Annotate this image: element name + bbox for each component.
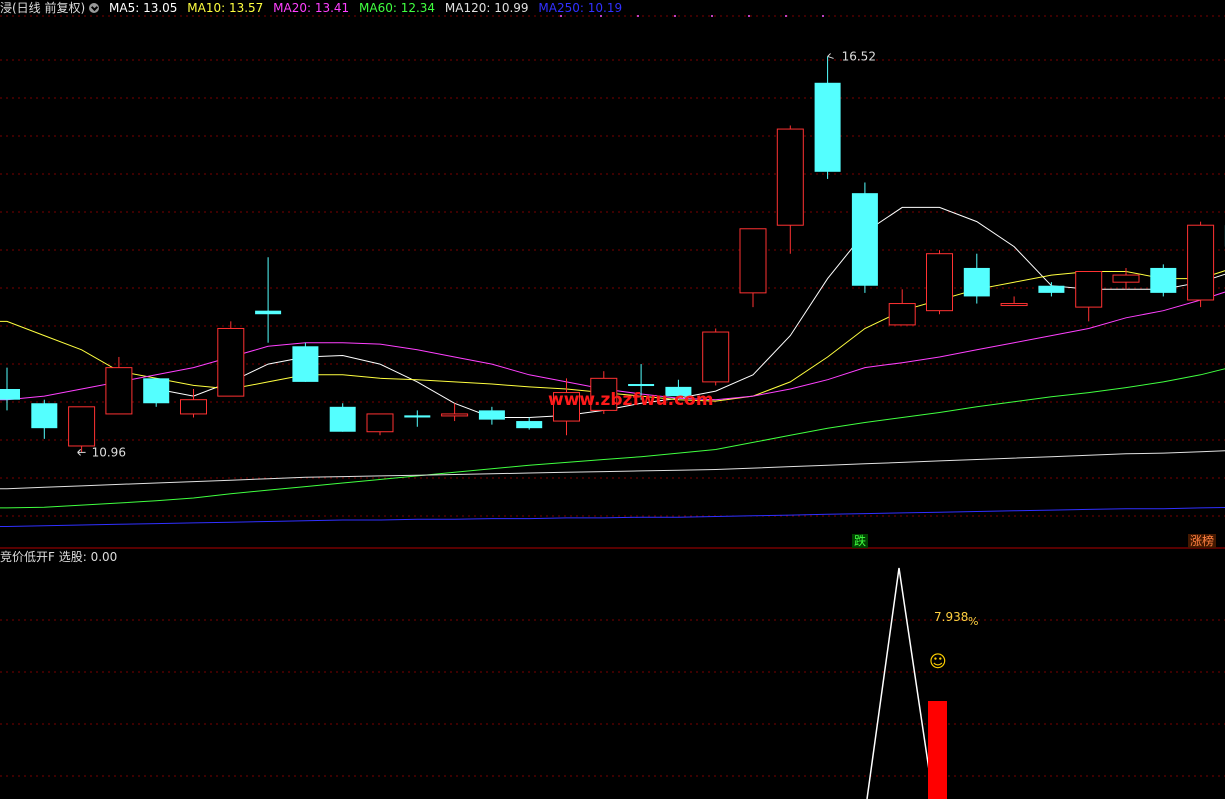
candle-body <box>739 228 767 294</box>
high-marker <box>827 53 834 59</box>
candle-body <box>963 267 990 297</box>
up-list-badge: 涨榜 <box>1188 534 1217 548</box>
candle-body <box>292 346 319 382</box>
dropdown-circle-icon[interactable] <box>89 3 100 13</box>
candle-body <box>441 413 469 417</box>
candle-body <box>404 415 431 418</box>
down-badge: 跌 <box>852 534 869 548</box>
candle-body <box>255 310 282 315</box>
marker-dot <box>711 15 713 17</box>
indicator-select-value: 选股: 0.00 <box>58 550 118 564</box>
candle-body <box>1038 285 1065 293</box>
ma-line-ma5 <box>156 206 1225 418</box>
candle-body <box>143 378 170 404</box>
candle-body <box>0 389 20 400</box>
candle-body <box>1187 224 1215 301</box>
indicator-peak-line <box>866 567 930 799</box>
candle-body <box>478 410 505 420</box>
marker-dot <box>822 15 824 17</box>
ma-line-ma250 <box>0 506 1225 527</box>
candle-body <box>68 406 96 447</box>
candle-body <box>217 327 245 397</box>
ma250-label: MA250: 10.19 <box>538 1 623 15</box>
candle-body <box>776 128 804 226</box>
candle-body <box>888 303 916 326</box>
indicator-title: 竞价低开F <box>0 550 55 564</box>
smiley-icon: ☺ <box>929 652 947 672</box>
marker-dot <box>674 15 676 17</box>
ma10-label: MA10: 13.57 <box>187 1 264 15</box>
candle-body <box>1112 274 1140 283</box>
candle-body <box>1150 267 1177 293</box>
indicator-bar <box>928 701 947 799</box>
low-price-label: 10.96 <box>92 445 126 459</box>
candle-body <box>105 367 133 415</box>
candle-body <box>628 384 655 387</box>
candle-body <box>1075 271 1103 308</box>
candle-body <box>366 413 394 433</box>
chart-title: 浸(日线 前复权) <box>0 1 86 15</box>
candle-body <box>926 253 953 312</box>
ma60-label: MA60: 12.34 <box>359 1 436 15</box>
ma20-label: MA20: 13.41 <box>273 1 350 15</box>
high-price-label: 16.52 <box>842 49 876 63</box>
candle-body <box>702 331 730 383</box>
marker-dot <box>785 15 787 17</box>
marker-dot <box>748 15 750 17</box>
ma-line-ma120 <box>0 449 1225 490</box>
candle-body <box>180 399 207 415</box>
ma120-label: MA120: 10.99 <box>444 1 529 15</box>
candle-body <box>814 82 841 172</box>
candle-body <box>31 403 58 429</box>
indicator-header: 竞价低开F 选股: 0.00 <box>0 549 117 565</box>
watermark: www.zbzfwu.com <box>548 390 714 410</box>
indicator-pct-value: 7.938 <box>934 610 968 624</box>
indicator-pct-unit: % <box>968 615 978 628</box>
marker-dot <box>637 15 639 17</box>
main-chart[interactable]: 16.52 10.96 www.zbzfwu.com 7.938 % ☺ <box>0 0 1225 799</box>
candle-body <box>329 406 356 432</box>
legend-bar: 浸(日线 前复权) MA5: 13.05 MA10: 13.57 MA20: 1… <box>0 0 628 16</box>
candle-body <box>851 193 878 286</box>
candle-body <box>516 421 543 429</box>
ma5-label: MA5: 13.05 <box>109 1 178 15</box>
candle-body <box>1000 303 1028 307</box>
